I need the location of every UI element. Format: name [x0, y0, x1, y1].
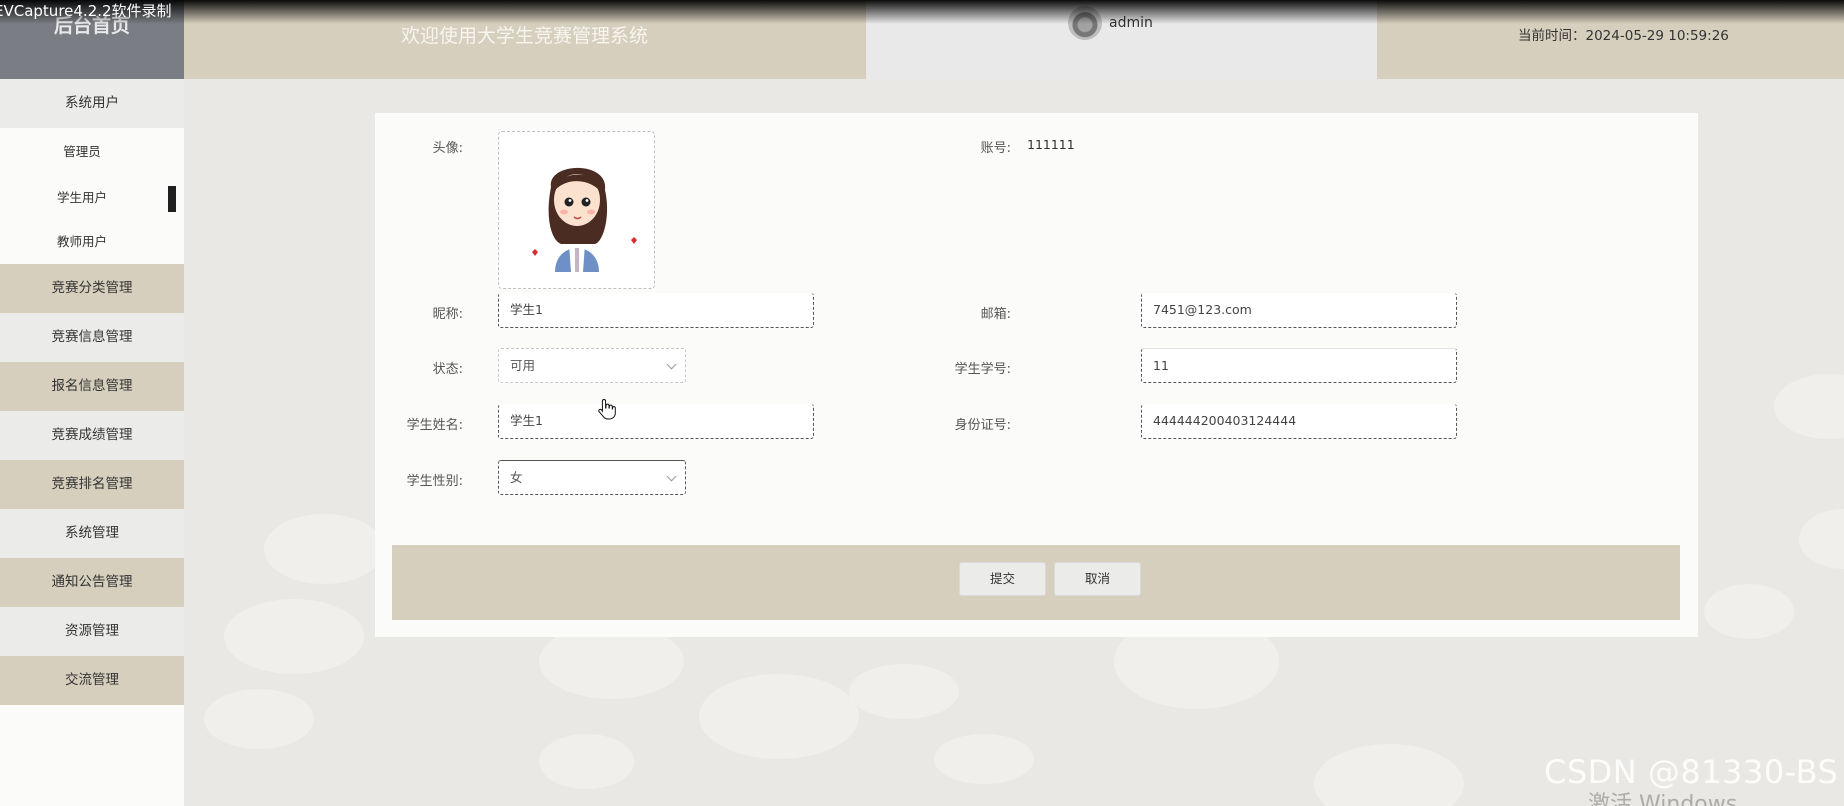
sidebar-item-scores[interactable]: 竞赛成绩管理 — [0, 411, 184, 460]
sidebar-item-notices[interactable]: 通知公告管理 — [0, 558, 184, 607]
user-area: admin — [866, 0, 1377, 79]
hand-cursor-icon — [598, 398, 616, 420]
sidebar: 系统用户 管理员 学生用户 教师用户 竞赛分类管理 竞赛信息管理 报名信息管理 … — [0, 79, 184, 806]
gender-select[interactable]: 女 — [498, 460, 686, 495]
gender-label: 学生性别: — [406, 474, 463, 489]
avatar-upload[interactable] — [498, 131, 655, 289]
student-no-label: 学生学号: — [954, 362, 1011, 377]
status-select[interactable]: 可用 — [498, 348, 686, 383]
bg-bubble — [204, 689, 314, 749]
bg-bubble — [1774, 374, 1844, 439]
account-value: 111111 — [1027, 137, 1075, 152]
submit-button[interactable]: 提交 — [959, 562, 1046, 596]
student-avatar-image — [532, 167, 637, 272]
bg-bubble — [1799, 509, 1844, 569]
chevron-down-icon — [666, 359, 677, 370]
status-select-value: 可用 — [510, 358, 536, 373]
sidebar-subitem-student-users[interactable]: 学生用户 — [0, 176, 184, 220]
main-content: 头像: 账号: 111111 昵称: 学生1 邮箱: 7451@123.com … — [184, 79, 1844, 806]
student-name-input[interactable]: 学生1 — [498, 404, 814, 439]
bg-bubble — [264, 514, 384, 584]
nickname-input[interactable]: 学生1 — [498, 293, 814, 328]
sidebar-item-system-users[interactable]: 系统用户 — [0, 79, 184, 128]
recorder-label: EVCapture4.2.2软件录制 — [0, 2, 172, 20]
gender-select-value: 女 — [510, 470, 523, 485]
nickname-label: 昵称: — [432, 307, 463, 322]
account-label: 账号: — [980, 141, 1011, 156]
id-card-input[interactable]: 444444200403124444 — [1141, 404, 1457, 439]
bg-bubble — [934, 734, 1034, 784]
sidebar-subitem-admin[interactable]: 管理员 — [0, 128, 184, 176]
bg-bubble — [1314, 744, 1464, 806]
current-time: 当前时间：2024-05-29 10:59:26 — [1377, 0, 1844, 79]
sidebar-item-exchange[interactable]: 交流管理 — [0, 656, 184, 705]
sidebar-item-competition-info[interactable]: 竞赛信息管理 — [0, 313, 184, 362]
email-label: 邮箱: — [980, 307, 1011, 322]
sidebar-item-category[interactable]: 竞赛分类管理 — [0, 264, 184, 313]
student-name-label: 学生姓名: — [406, 418, 463, 433]
bg-bubble — [539, 734, 634, 789]
sidebar-subitem-label: 学生用户 — [56, 190, 107, 205]
chevron-down-icon — [666, 471, 677, 482]
sidebar-item-resources[interactable]: 资源管理 — [0, 607, 184, 656]
edit-student-form: 头像: 账号: 111111 昵称: 学生1 邮箱: 7451@123.com … — [375, 113, 1698, 637]
id-card-label: 身份证号: — [954, 418, 1011, 433]
bg-bubble — [849, 664, 959, 719]
active-indicator — [168, 186, 176, 212]
sidebar-subitem-teacher-users[interactable]: 教师用户 — [0, 220, 184, 264]
windows-activation-watermark: 激活 Windows — [1588, 792, 1738, 806]
user-avatar-icon[interactable] — [1068, 6, 1102, 40]
avatar-label: 头像: — [432, 141, 463, 156]
email-input[interactable]: 7451@123.com — [1141, 293, 1457, 328]
welcome-title: 欢迎使用大学生竞赛管理系统 — [184, 0, 866, 79]
status-label: 状态: — [432, 362, 463, 377]
username[interactable]: admin — [1109, 15, 1153, 31]
bg-bubble — [699, 674, 859, 759]
student-no-input[interactable]: 11 — [1141, 348, 1457, 383]
bg-bubble — [1704, 584, 1794, 639]
bg-bubble — [224, 599, 364, 674]
sidebar-item-registration[interactable]: 报名信息管理 — [0, 362, 184, 411]
form-actions: 提交 取消 — [392, 545, 1680, 620]
sidebar-item-system[interactable]: 系统管理 — [0, 509, 184, 558]
cancel-button[interactable]: 取消 — [1054, 562, 1141, 596]
sidebar-item-ranking[interactable]: 竞赛排名管理 — [0, 460, 184, 509]
